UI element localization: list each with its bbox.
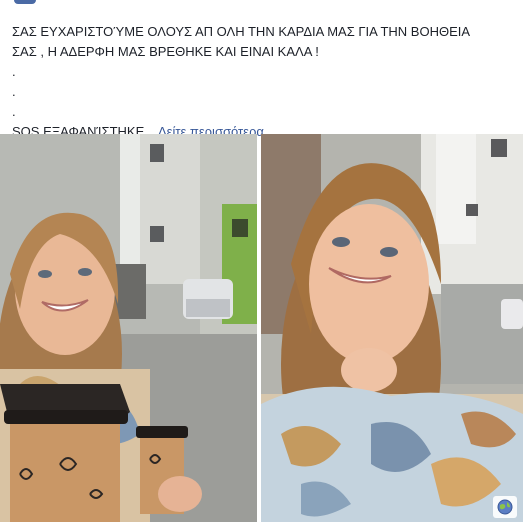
photo-selfie-smiling-image bbox=[261, 134, 523, 522]
avatar-edge bbox=[14, 0, 36, 4]
post-text-dot-3: . bbox=[12, 104, 16, 119]
post-text-line-2: ΣΑΣ , Η ΑΔΕΡΦΗ ΜΑΣ ΒΡΕΘΗΚΕ ΚΑΙ ΕΙΝΑΙ ΚΑΛ… bbox=[12, 44, 319, 59]
photo-left[interactable] bbox=[0, 134, 257, 522]
post-text-dot-1: . bbox=[12, 64, 16, 79]
post-text-dot-2: . bbox=[12, 84, 16, 99]
photo-right[interactable] bbox=[261, 134, 523, 522]
globe-icon bbox=[497, 499, 513, 515]
globe-badge[interactable] bbox=[493, 496, 517, 518]
photo-selfie-with-coffee-cups-image bbox=[0, 134, 257, 522]
post-message: ΣΑΣ ΕΥΧΑΡΙΣΤΟΎΜΕ ΟΛΟΥΣ ΑΠ ΟΛΗ ΤΗΝ ΚΑΡΔΙΑ… bbox=[12, 22, 512, 142]
post-text-line-1: ΣΑΣ ΕΥΧΑΡΙΣΤΟΎΜΕ ΟΛΟΥΣ ΑΠ ΟΛΗ ΤΗΝ ΚΑΡΔΙΑ… bbox=[12, 24, 471, 39]
photo-grid bbox=[0, 134, 523, 522]
